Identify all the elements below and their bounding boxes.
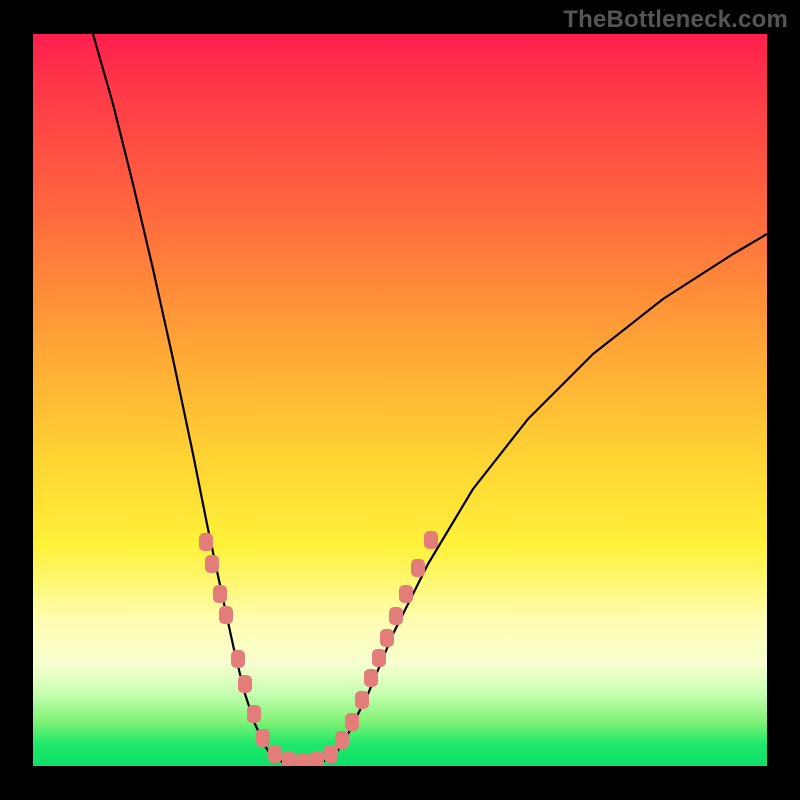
data-marker bbox=[355, 691, 369, 709]
watermark-text: TheBottleneck.com bbox=[563, 6, 788, 34]
data-marker bbox=[324, 745, 338, 763]
chart-frame: TheBottleneck.com bbox=[0, 0, 800, 800]
data-marker bbox=[219, 606, 233, 624]
data-marker bbox=[364, 669, 378, 687]
data-marker bbox=[199, 533, 213, 551]
data-marker bbox=[424, 531, 438, 549]
data-marker bbox=[380, 629, 394, 647]
plot-area bbox=[33, 34, 767, 766]
data-marker bbox=[231, 650, 245, 668]
curve-layer bbox=[33, 34, 767, 766]
data-marker bbox=[238, 675, 252, 693]
data-marker bbox=[213, 585, 227, 603]
data-marker bbox=[296, 753, 310, 766]
data-marker bbox=[310, 751, 324, 766]
data-marker bbox=[372, 649, 386, 667]
data-marker bbox=[205, 555, 219, 573]
data-marker bbox=[268, 745, 282, 763]
data-marker bbox=[282, 751, 296, 766]
bottleneck-curve bbox=[93, 34, 767, 764]
data-marker bbox=[247, 705, 261, 723]
data-marker bbox=[256, 729, 270, 747]
data-marker bbox=[345, 713, 359, 731]
data-marker bbox=[335, 731, 349, 749]
data-marker bbox=[411, 559, 425, 577]
data-marker bbox=[389, 607, 403, 625]
data-marker bbox=[399, 585, 413, 603]
